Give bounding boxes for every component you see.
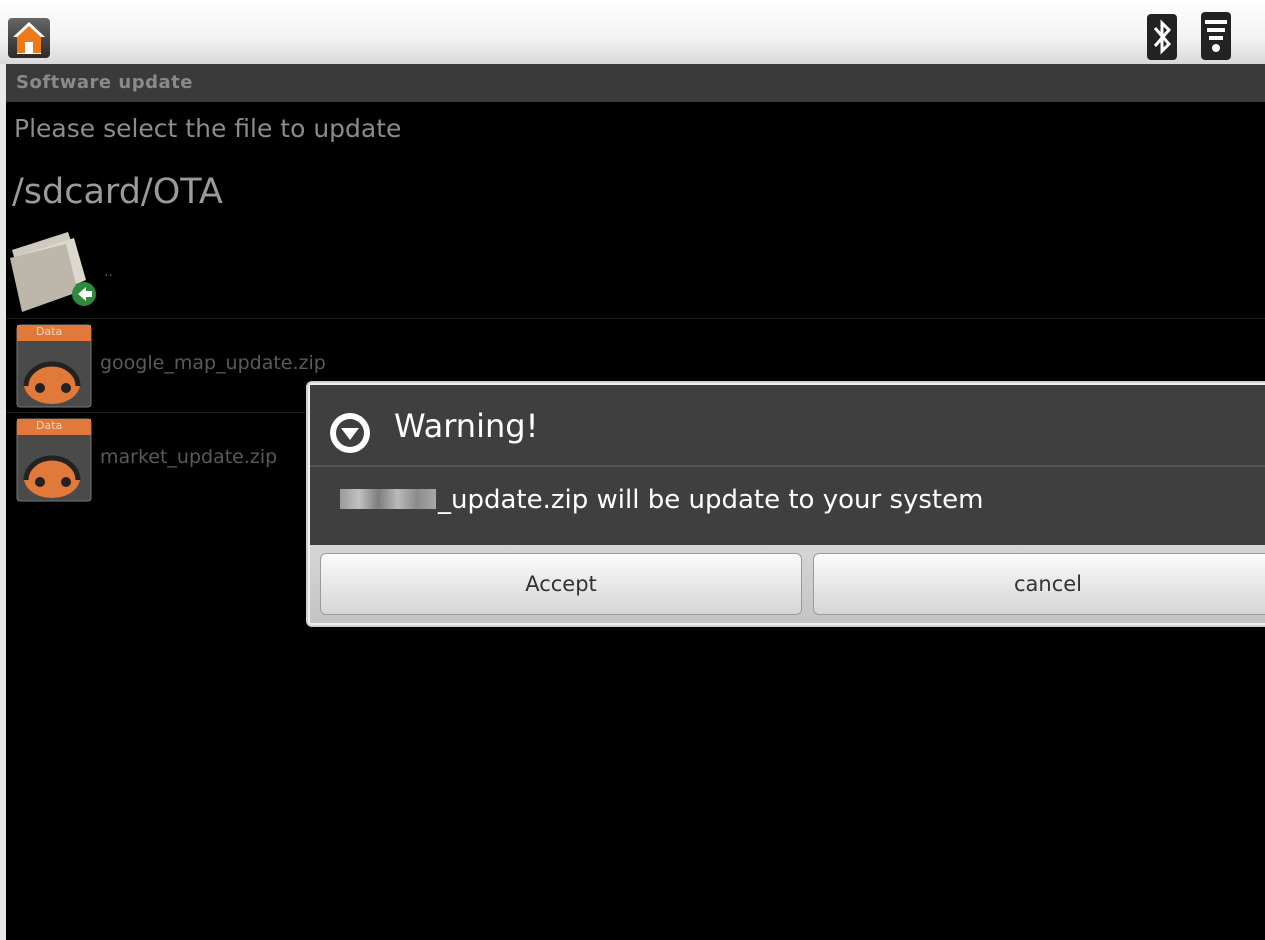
file-name: google_map_update.zip	[100, 352, 326, 374]
file-name: market_update.zip	[100, 446, 278, 468]
parent-directory-label: ..	[104, 264, 113, 280]
dialog-title: Warning!	[394, 407, 539, 445]
cancel-button[interactable]: cancel	[813, 553, 1265, 615]
accept-button[interactable]: Accept	[320, 553, 802, 615]
dialog-header: Warning!	[310, 385, 1265, 467]
folder-up-icon	[10, 232, 96, 312]
home-icon[interactable]	[8, 18, 50, 58]
dialog-actions: Accept cancel	[310, 545, 1265, 623]
app-title-bar: Software update	[6, 64, 1265, 102]
app-title: Software update	[16, 72, 193, 93]
wifi-icon[interactable]	[1201, 12, 1231, 60]
dialog-body: _update.zip will be update to your syste…	[310, 467, 1265, 545]
file-badge: Data	[36, 325, 63, 338]
current-path: /sdcard/OTA	[12, 172, 223, 212]
instruction-text: Please select the file to update	[14, 114, 402, 143]
dialog-message: _update.zip will be update to your syste…	[438, 485, 984, 515]
file-badge: Data	[36, 419, 63, 432]
warning-dialog: Warning! _update.zip will be update to y…	[306, 381, 1265, 627]
bluetooth-icon[interactable]	[1147, 14, 1177, 60]
alert-chevron-down-icon	[330, 413, 370, 453]
redacted-filename	[340, 489, 436, 509]
status-bar	[0, 0, 1265, 64]
parent-directory-row[interactable]: ..	[6, 222, 1265, 318]
